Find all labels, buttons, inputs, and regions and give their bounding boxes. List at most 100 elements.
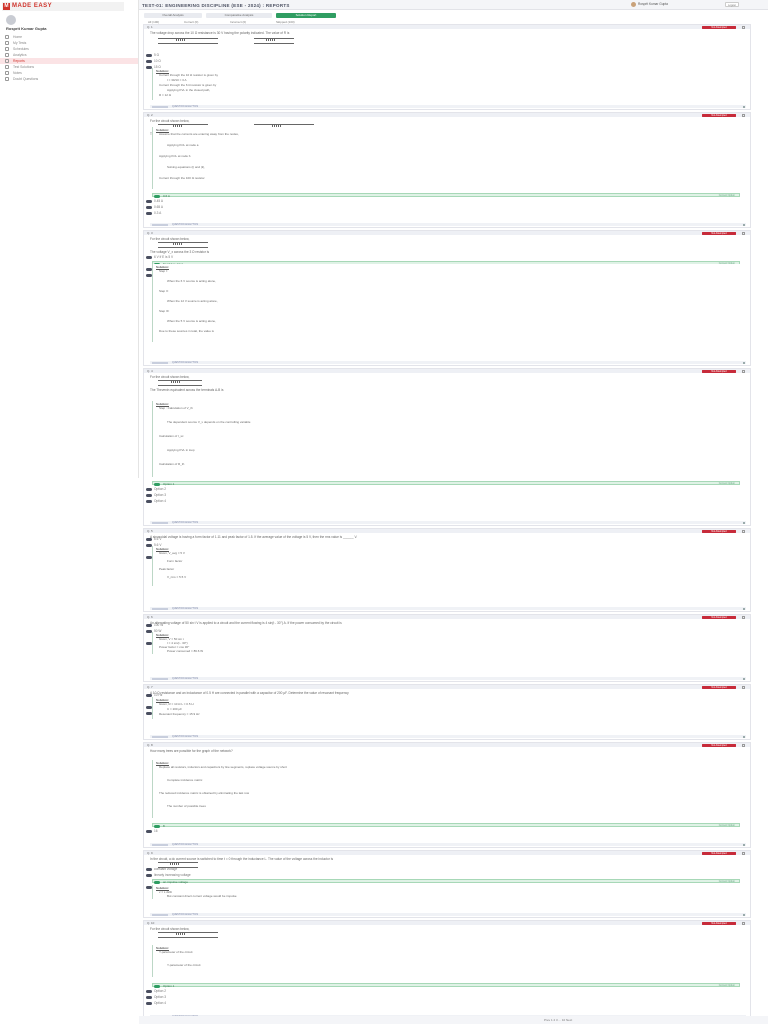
solution-line: When the 5 V source is acting alone, — [167, 319, 216, 323]
bookmark-icon[interactable] — [742, 231, 745, 235]
solution-line: V_rms = 5.5 V — [167, 575, 187, 579]
bookmark-icon[interactable] — [742, 921, 745, 925]
tab-comparative-analysis[interactable]: Comparative Analysis — [206, 13, 272, 18]
option-correct[interactable]: Option 1 Correct Option — [152, 481, 740, 486]
solution-line: Step I: — [159, 269, 168, 273]
option[interactable]: 6 V if E is 5 V — [146, 255, 173, 259]
option[interactable]: 0.65 A — [146, 205, 163, 209]
sidebar-item-doubt-questions[interactable]: Doubt Questions — [0, 76, 138, 82]
tab-overall-analysis[interactable]: Overall Analysis — [144, 13, 202, 18]
option-marker — [154, 824, 160, 828]
option[interactable]: 6.6 V — [146, 537, 162, 541]
analytics-icon — [152, 521, 168, 524]
question-text: A 10 Ω resistance and an inductance of 0… — [150, 691, 349, 695]
option[interactable]: Option 4 — [146, 499, 167, 503]
question-header: Q. 7 Not Attempted — [144, 685, 750, 689]
question-analytics-bar[interactable]: QUESTION ANALYTICS — [150, 677, 746, 680]
bookmark-icon[interactable] — [742, 615, 745, 619]
option-label: 100 W — [154, 623, 164, 627]
bookmark-icon[interactable] — [742, 369, 745, 373]
option-label: Option 3 — [154, 995, 167, 999]
question-card: Q. 1 Not Attempted The voltage drop acro… — [143, 24, 751, 110]
option-label: 0.45 A — [154, 199, 164, 203]
option[interactable]: 0.3 A — [146, 211, 161, 215]
circuit-diagram — [158, 241, 208, 248]
option-correct[interactable]: 8 Correct Option — [152, 823, 740, 828]
question-card: Q. 4 Not Attempted For the circuit shown… — [143, 368, 751, 526]
analytics-icon — [152, 105, 168, 108]
bookmark-icon[interactable] — [742, 529, 745, 533]
expand-icon[interactable] — [743, 223, 745, 226]
sidebar-item-label: Home — [13, 35, 23, 39]
option[interactable]: 16 — [146, 829, 158, 833]
circuit-diagram — [158, 379, 202, 386]
expand-icon[interactable] — [743, 607, 745, 610]
option-correct[interactable]: Option 1 Correct Option — [152, 983, 740, 988]
question-analytics-bar[interactable]: QUESTION ANALYTICS — [150, 105, 746, 108]
expand-icon[interactable] — [743, 735, 745, 738]
question-text: For the circuit shown below, — [150, 119, 190, 123]
topbar: TEST-01: ENGINEERING DISCIPLINE (ESE - 2… — [139, 0, 768, 10]
option[interactable]: 100 W — [146, 623, 164, 627]
expand-icon[interactable] — [743, 843, 745, 846]
option[interactable]: Option 2 — [146, 989, 166, 993]
question-number: Q. 6 — [147, 615, 153, 619]
top-avatar[interactable] — [631, 2, 636, 7]
option[interactable]: constant voltage — [146, 867, 178, 871]
question-subtext: The Thevenin equivalent across the termi… — [150, 388, 224, 392]
option[interactable]: 10 Ω — [146, 59, 161, 63]
option-marker — [146, 255, 152, 259]
analytics-icon — [152, 607, 168, 610]
expand-icon[interactable] — [743, 913, 745, 916]
expand-icon[interactable] — [743, 677, 745, 680]
pagination[interactable]: Prev 1 2 3 ... 10 Next — [544, 1018, 572, 1022]
option-correct[interactable]: 0.6 A Correct Option — [152, 193, 740, 198]
question-analytics-bar[interactable]: QUESTION ANALYTICS — [150, 913, 746, 916]
avatar[interactable] — [6, 15, 16, 25]
option-correct[interactable]: an impulse voltage Correct Option — [152, 879, 740, 884]
bookmark-icon[interactable] — [742, 113, 745, 117]
solution-line: Resonant frequency = 15.9 Hz — [159, 712, 200, 716]
circuit-diagram — [254, 37, 294, 44]
question-analytics-bar[interactable]: QUESTION ANALYTICS — [150, 521, 746, 524]
option[interactable]: Option 2 — [146, 487, 166, 491]
bookmark-icon[interactable] — [742, 851, 745, 855]
solution-box: Solution: Assume that the currents are en… — [152, 127, 740, 189]
question-analytics-bar[interactable]: QUESTION ANALYTICS — [150, 607, 746, 610]
solution-line: The reduced incidence matrix is obtained… — [159, 791, 250, 795]
option-marker — [146, 873, 152, 877]
report-icon — [5, 59, 9, 63]
question-text: The voltage drop across the 10 Ω resista… — [150, 31, 290, 35]
option[interactable]: Option 3 — [146, 493, 166, 497]
option[interactable]: Option 3 — [146, 995, 167, 999]
option[interactable]: 0.45 A — [146, 199, 164, 203]
question-analytics-bar[interactable]: QUESTION ANALYTICS — [150, 735, 746, 738]
expand-icon[interactable] — [743, 105, 745, 108]
logout-button[interactable]: Logout — [725, 2, 739, 7]
question-number: Q. 5 — [147, 529, 153, 533]
option-label: 6.6 V — [154, 537, 162, 541]
option[interactable]: 5 Ω — [146, 53, 159, 57]
expand-icon[interactable] — [743, 361, 745, 364]
option[interactable]: linearly increasing voltage — [146, 873, 191, 877]
question-card: Q. 2 Not Attempted For the circuit shown… — [143, 112, 751, 228]
question-analytics-bar[interactable]: QUESTION ANALYTICS — [150, 223, 746, 226]
logo[interactable]: M MADE EASY — [2, 2, 124, 11]
question-text: For the circuit shown below, — [150, 237, 190, 241]
solution-line: Y-parameter of the circuit — [167, 963, 201, 967]
sidebar-item-label: Doubt Questions — [13, 77, 39, 81]
bookmark-icon[interactable] — [742, 685, 745, 689]
bookmark-icon[interactable] — [742, 25, 745, 29]
question-analytics-label: QUESTION ANALYTICS — [172, 521, 199, 524]
expand-icon[interactable] — [743, 521, 745, 524]
option[interactable]: Option 4 — [146, 1001, 166, 1005]
tab-solution-report[interactable]: Solution Report — [276, 13, 336, 18]
option-label: Option 4 — [154, 499, 167, 503]
bookmark-icon[interactable] — [742, 743, 745, 747]
solution-line: But constant direct current voltage woul… — [167, 894, 237, 898]
option-label: constant voltage — [154, 867, 178, 871]
question-analytics-bar[interactable]: QUESTION ANALYTICS — [150, 843, 746, 846]
question-analytics-label: QUESTION ANALYTICS — [172, 607, 199, 610]
solution-box: Solution: Current through the 10 Ω resist… — [152, 68, 740, 100]
question-analytics-bar[interactable]: QUESTION ANALYTICS — [150, 361, 746, 364]
